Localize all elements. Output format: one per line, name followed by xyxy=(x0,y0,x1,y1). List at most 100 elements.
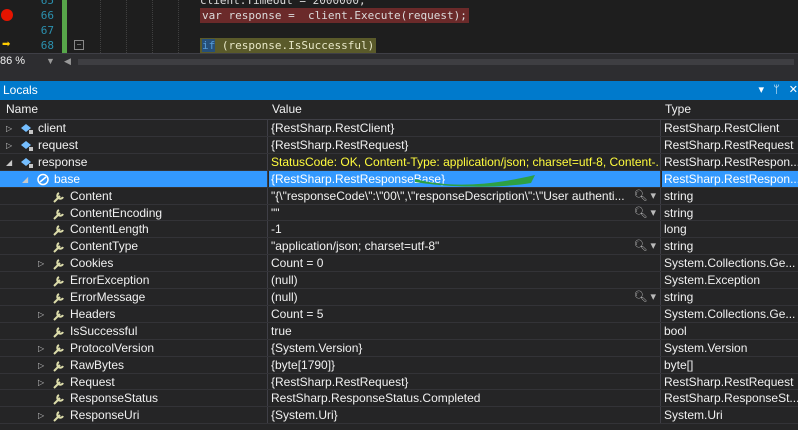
name-cell[interactable]: Content xyxy=(0,187,268,205)
variable-type: RestSharp.RestRequest xyxy=(664,137,794,152)
close-icon[interactable]: ✕ xyxy=(789,84,798,96)
splitter[interactable] xyxy=(0,71,798,81)
zoom-level[interactable]: 86 % xyxy=(0,55,25,67)
value-cell[interactable]: {byte[1790]} xyxy=(269,356,661,374)
name-cell[interactable]: ▷ ProtocolVersion xyxy=(0,339,268,357)
variable-name: ErrorException xyxy=(70,273,150,288)
breakpoint-icon[interactable] xyxy=(1,9,13,21)
expand-icon[interactable]: ▷ xyxy=(6,137,12,154)
locals-row[interactable]: ▷ Cookies Count = 0 System.Collections.Ge..… xyxy=(0,255,798,273)
visualizer-magnifier-icon[interactable]: 🔍︎ ▾ xyxy=(629,204,656,222)
locals-row[interactable]: ▷ ResponseUri {System.Uri} System.Uri xyxy=(0,407,798,425)
name-cell[interactable]: ErrorMessage xyxy=(0,289,268,306)
locals-row[interactable]: IsSuccessful true bool xyxy=(0,322,798,340)
locals-row[interactable]: ContentLength -1 long xyxy=(0,221,798,239)
name-cell[interactable]: ▷ request xyxy=(0,136,268,154)
name-cell[interactable]: ▷ Cookies xyxy=(0,255,268,273)
change-bar xyxy=(62,23,67,38)
value-cell[interactable]: {RestSharp.RestRequest} xyxy=(269,136,661,154)
value-cell[interactable]: {System.Version} xyxy=(269,339,661,357)
type-cell: RestSharp.RestRespon... xyxy=(662,154,798,171)
locals-row[interactable]: ErrorMessage (null) 🔍︎ ▾ string xyxy=(0,289,798,306)
name-cell[interactable]: ▷ client xyxy=(0,120,268,137)
horizontal-scrollbar[interactable] xyxy=(78,59,794,65)
value-cell[interactable]: {RestSharp.RestRequest} xyxy=(269,373,661,391)
locals-row[interactable]: ▷ request {RestSharp.RestRequest} RestSharp… xyxy=(0,136,798,154)
locals-row[interactable]: ▷ ProtocolVersion {System.Version} System.V… xyxy=(0,339,798,357)
name-cell[interactable]: ErrorException xyxy=(0,272,268,290)
type-cell: System.Version xyxy=(662,340,798,357)
type-cell: RestSharp.ResponseSt... xyxy=(662,390,798,407)
row-separator xyxy=(0,423,798,425)
locals-row[interactable]: ContentType "application/json; charset=ut… xyxy=(0,238,798,256)
locals-row[interactable]: ▷ Headers Count = 5 System.Collections.Ge..… xyxy=(0,305,798,323)
variable-value: {byte[1790]} xyxy=(271,357,336,372)
locals-grid[interactable]: Name Value Type ▷ client {RestSharp.RestCl… xyxy=(0,100,798,430)
expand-icon[interactable]: ▷ xyxy=(38,340,44,357)
variable-name: client xyxy=(38,121,67,135)
value-cell[interactable]: "{\"responseCode\":\"00\",\"responseDesc… xyxy=(269,187,661,205)
name-cell[interactable]: ▷ Headers xyxy=(0,305,268,323)
value-cell[interactable]: (null) xyxy=(269,272,661,290)
line-number: 66 xyxy=(40,9,54,22)
collapse-icon[interactable]: − xyxy=(74,40,84,50)
value-cell[interactable]: Count = 5 xyxy=(269,305,661,323)
value-cell[interactable]: (null) 🔍︎ ▾ xyxy=(269,289,661,306)
locals-window-title[interactable]: Locals ▾ ᛘ ✕ xyxy=(0,81,798,100)
collapse-icon[interactable]: ◢ xyxy=(6,154,12,171)
name-cell[interactable]: ContentLength xyxy=(0,221,268,239)
locals-row[interactable]: ResponseStatus RestSharp.ResponseStatus.C… xyxy=(0,390,798,408)
zoom-dropdown-icon[interactable]: ▼ xyxy=(46,56,55,66)
value-cell[interactable]: StatusCode: OK, Content-Type: applicatio… xyxy=(269,153,661,171)
type-cell: RestSharp.RestRespon... xyxy=(662,170,798,188)
expand-icon[interactable]: ▷ xyxy=(38,357,44,374)
column-header-type[interactable]: Type xyxy=(665,102,691,116)
visualizer-magnifier-icon[interactable]: 🔍︎ ▾ xyxy=(629,289,656,306)
name-cell[interactable]: ◢ base xyxy=(0,170,268,188)
locals-row[interactable]: ▷ Request {RestSharp.RestRequest} RestSharp… xyxy=(0,373,798,391)
locals-row[interactable]: ◢ response StatusCode: OK, Content-Type: a… xyxy=(0,153,798,171)
locals-row[interactable]: ◢ base {RestSharp.RestResponseBase} RestSha… xyxy=(0,170,798,188)
name-cell[interactable]: IsSuccessful xyxy=(0,322,268,340)
value-cell[interactable]: "" 🔍︎ ▾ xyxy=(269,204,661,222)
variable-value: -1 xyxy=(271,222,282,237)
name-cell[interactable]: ResponseStatus xyxy=(0,390,268,408)
window-position-dropdown-icon[interactable]: ▾ xyxy=(759,84,765,96)
expand-icon[interactable]: ▷ xyxy=(38,306,44,323)
breakpoint-gutter[interactable] xyxy=(0,8,14,23)
window-title: Locals xyxy=(3,83,38,97)
visualizer-magnifier-icon[interactable]: 🔍︎ ▾ xyxy=(629,187,656,205)
collapse-icon[interactable]: ◢ xyxy=(22,171,28,188)
name-cell[interactable]: ◢ response xyxy=(0,153,268,171)
value-cell[interactable]: true xyxy=(269,322,661,340)
name-cell[interactable]: ▷ Request xyxy=(0,373,268,391)
value-cell[interactable]: Count = 0 xyxy=(269,255,661,273)
visualizer-magnifier-icon[interactable]: 🔍︎ ▾ xyxy=(629,238,656,256)
variable-value: {RestSharp.RestClient} xyxy=(271,121,395,135)
expand-icon[interactable]: ▷ xyxy=(38,407,44,424)
locals-row[interactable]: ContentEncoding "" 🔍︎ ▾ string xyxy=(0,204,798,222)
value-cell[interactable]: -1 xyxy=(269,221,661,239)
value-cell[interactable]: {RestSharp.RestClient} xyxy=(269,120,661,137)
name-cell[interactable]: ▷ RawBytes xyxy=(0,356,268,374)
column-header-value[interactable]: Value xyxy=(272,102,302,116)
variable-name: ContentType xyxy=(70,239,139,254)
locals-row[interactable]: ErrorException (null) System.Exception xyxy=(0,272,798,290)
expand-icon[interactable]: ▷ xyxy=(38,255,44,272)
pin-icon[interactable]: ᛘ xyxy=(773,84,780,96)
value-cell[interactable]: "application/json; charset=utf-8" 🔍︎ ▾ xyxy=(269,238,661,256)
value-cell[interactable]: RestSharp.ResponseStatus.Completed xyxy=(269,390,661,408)
locals-row[interactable]: Content "{\"responseCode\":\"00\",\"respo… xyxy=(0,187,798,205)
scroll-left-icon[interactable]: ◀ xyxy=(64,56,71,67)
name-cell[interactable]: ▷ ResponseUri xyxy=(0,407,268,425)
value-cell[interactable]: {System.Uri} xyxy=(269,407,661,425)
locals-row[interactable]: ▷ client {RestSharp.RestClient} RestSharp.R… xyxy=(0,120,798,137)
name-cell[interactable]: ContentType xyxy=(0,238,268,256)
code-editor[interactable]: 65 client.Timeout = 2000000; 66 var resp… xyxy=(0,0,798,53)
column-header-name[interactable]: Name xyxy=(6,102,38,116)
variable-type: RestSharp.RestClient xyxy=(664,121,780,135)
locals-row[interactable]: ▷ RawBytes {byte[1790]} byte[] xyxy=(0,356,798,374)
expand-icon[interactable]: ▷ xyxy=(6,120,12,137)
name-cell[interactable]: ContentEncoding xyxy=(0,204,268,222)
expand-icon[interactable]: ▷ xyxy=(38,374,44,391)
